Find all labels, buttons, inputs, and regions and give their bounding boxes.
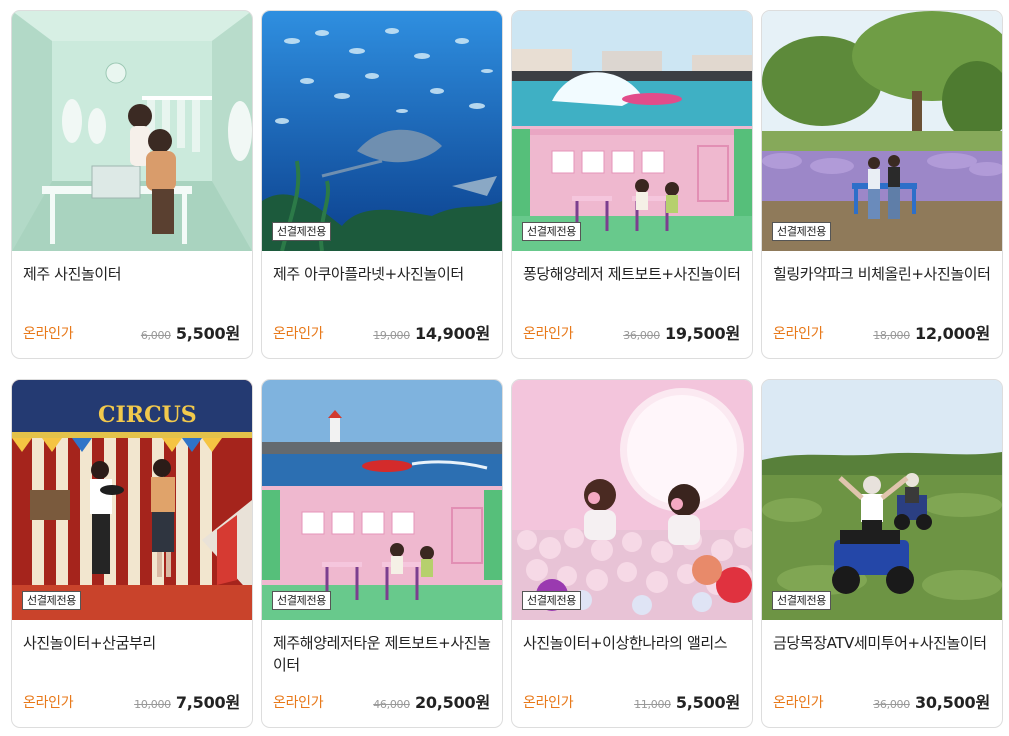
price-group: 11,000 5,500원: [634, 689, 740, 713]
original-price: 11,000: [634, 698, 671, 711]
online-price-label: 온라인가: [523, 695, 574, 711]
prepay-badge: 선결제전용: [22, 591, 82, 610]
product-title[interactable]: 제주 아쿠아플라넷+사진놀이터: [273, 263, 493, 285]
product-card[interactable]: 선결제전용 금당목장ATV세미투어+사진놀이터 온라인가 36,000 30,50…: [761, 379, 1003, 728]
original-price: 6,000: [140, 329, 171, 342]
prepay-badge: 선결제전용: [272, 222, 332, 241]
product-card[interactable]: CIRCUS 선결제전용 사진놀이터+산굼부리 온라인가 10,000 7,50…: [11, 379, 253, 728]
product-title[interactable]: 힐링카약파크 비체올린+사진놀이터: [773, 263, 993, 285]
price-group: 46,000 20,500원: [373, 689, 490, 713]
price-group: 36,000 30,500원: [873, 689, 990, 713]
price-group: 19,000 14,900원: [373, 320, 490, 344]
product-image[interactable]: CIRCUS 선결제전용: [12, 380, 252, 620]
online-price-label: 온라인가: [273, 695, 324, 711]
sale-price: 14,900원: [414, 324, 490, 343]
product-card[interactable]: 제주 사진놀이터 온라인가 6,000 5,500원: [11, 10, 253, 359]
product-card[interactable]: 선결제전용 제주 아쿠아플라넷+사진놀이터 온라인가 19,000 14,900원: [261, 10, 503, 359]
price-group: 36,000 19,500원: [623, 320, 740, 344]
prepay-badge: 선결제전용: [522, 222, 582, 241]
original-price: 36,000: [623, 329, 660, 342]
original-price: 18,000: [873, 329, 910, 342]
original-price: 46,000: [373, 698, 410, 711]
sale-price: 19,500원: [664, 324, 740, 343]
original-price: 10,000: [134, 698, 171, 711]
product-image[interactable]: 선결제전용: [762, 11, 1002, 251]
product-image[interactable]: 선결제전용: [512, 380, 752, 620]
product-image[interactable]: [12, 11, 252, 251]
product-image[interactable]: 선결제전용: [512, 11, 752, 251]
price-group: 10,000 7,500원: [134, 689, 240, 713]
product-grid: 제주 사진놀이터 온라인가 6,000 5,500원 선결제전용 제주 아쿠아플…: [11, 10, 1003, 728]
prepay-badge: 선결제전용: [772, 591, 832, 610]
online-price-label: 온라인가: [23, 326, 74, 342]
original-price: 36,000: [873, 698, 910, 711]
sale-price: 5,500원: [175, 324, 240, 343]
product-card[interactable]: 선결제전용 힐링카약파크 비체올린+사진놀이터 온라인가 18,000 12,00…: [761, 10, 1003, 359]
product-card[interactable]: 선결제전용 사진놀이터+이상한나라의 앨리스 온라인가 11,000 5,500원: [511, 379, 753, 728]
product-title[interactable]: 제주 사진놀이터: [23, 263, 243, 285]
product-title[interactable]: 사진놀이터+이상한나라의 앨리스: [523, 632, 743, 654]
price-group: 6,000 5,500원: [141, 320, 240, 344]
prepay-badge: 선결제전용: [772, 222, 832, 241]
product-image[interactable]: 선결제전용: [262, 380, 502, 620]
sale-price: 5,500원: [675, 693, 740, 712]
product-card[interactable]: 선결제전용 퐁당해양레저 제트보트+사진놀이터 온라인가 36,000 19,50…: [511, 10, 753, 359]
online-price-label: 온라인가: [523, 326, 574, 342]
prepay-badge: 선결제전용: [272, 591, 332, 610]
product-card[interactable]: 선결제전용 제주해양레저타운 제트보트+사진놀이터 온라인가 46,000 20,…: [261, 379, 503, 728]
sale-price: 12,000원: [914, 324, 990, 343]
prepay-badge: 선결제전용: [522, 591, 582, 610]
product-title[interactable]: 사진놀이터+산굼부리: [23, 632, 243, 654]
product-title[interactable]: 금당목장ATV세미투어+사진놀이터: [773, 632, 993, 654]
sale-price: 20,500원: [414, 693, 490, 712]
product-title[interactable]: 퐁당해양레저 제트보트+사진놀이터: [523, 263, 743, 285]
sale-price: 30,500원: [914, 693, 990, 712]
online-price-label: 온라인가: [773, 326, 824, 342]
product-image[interactable]: 선결제전용: [262, 11, 502, 251]
online-price-label: 온라인가: [273, 326, 324, 342]
product-image[interactable]: 선결제전용: [762, 380, 1002, 620]
online-price-label: 온라인가: [773, 695, 824, 711]
circus-sign: CIRCUS: [98, 402, 197, 428]
online-price-label: 온라인가: [23, 695, 74, 711]
sale-price: 7,500원: [175, 693, 240, 712]
price-group: 18,000 12,000원: [873, 320, 990, 344]
original-price: 19,000: [373, 329, 410, 342]
product-title[interactable]: 제주해양레저타운 제트보트+사진놀이터: [273, 632, 493, 676]
